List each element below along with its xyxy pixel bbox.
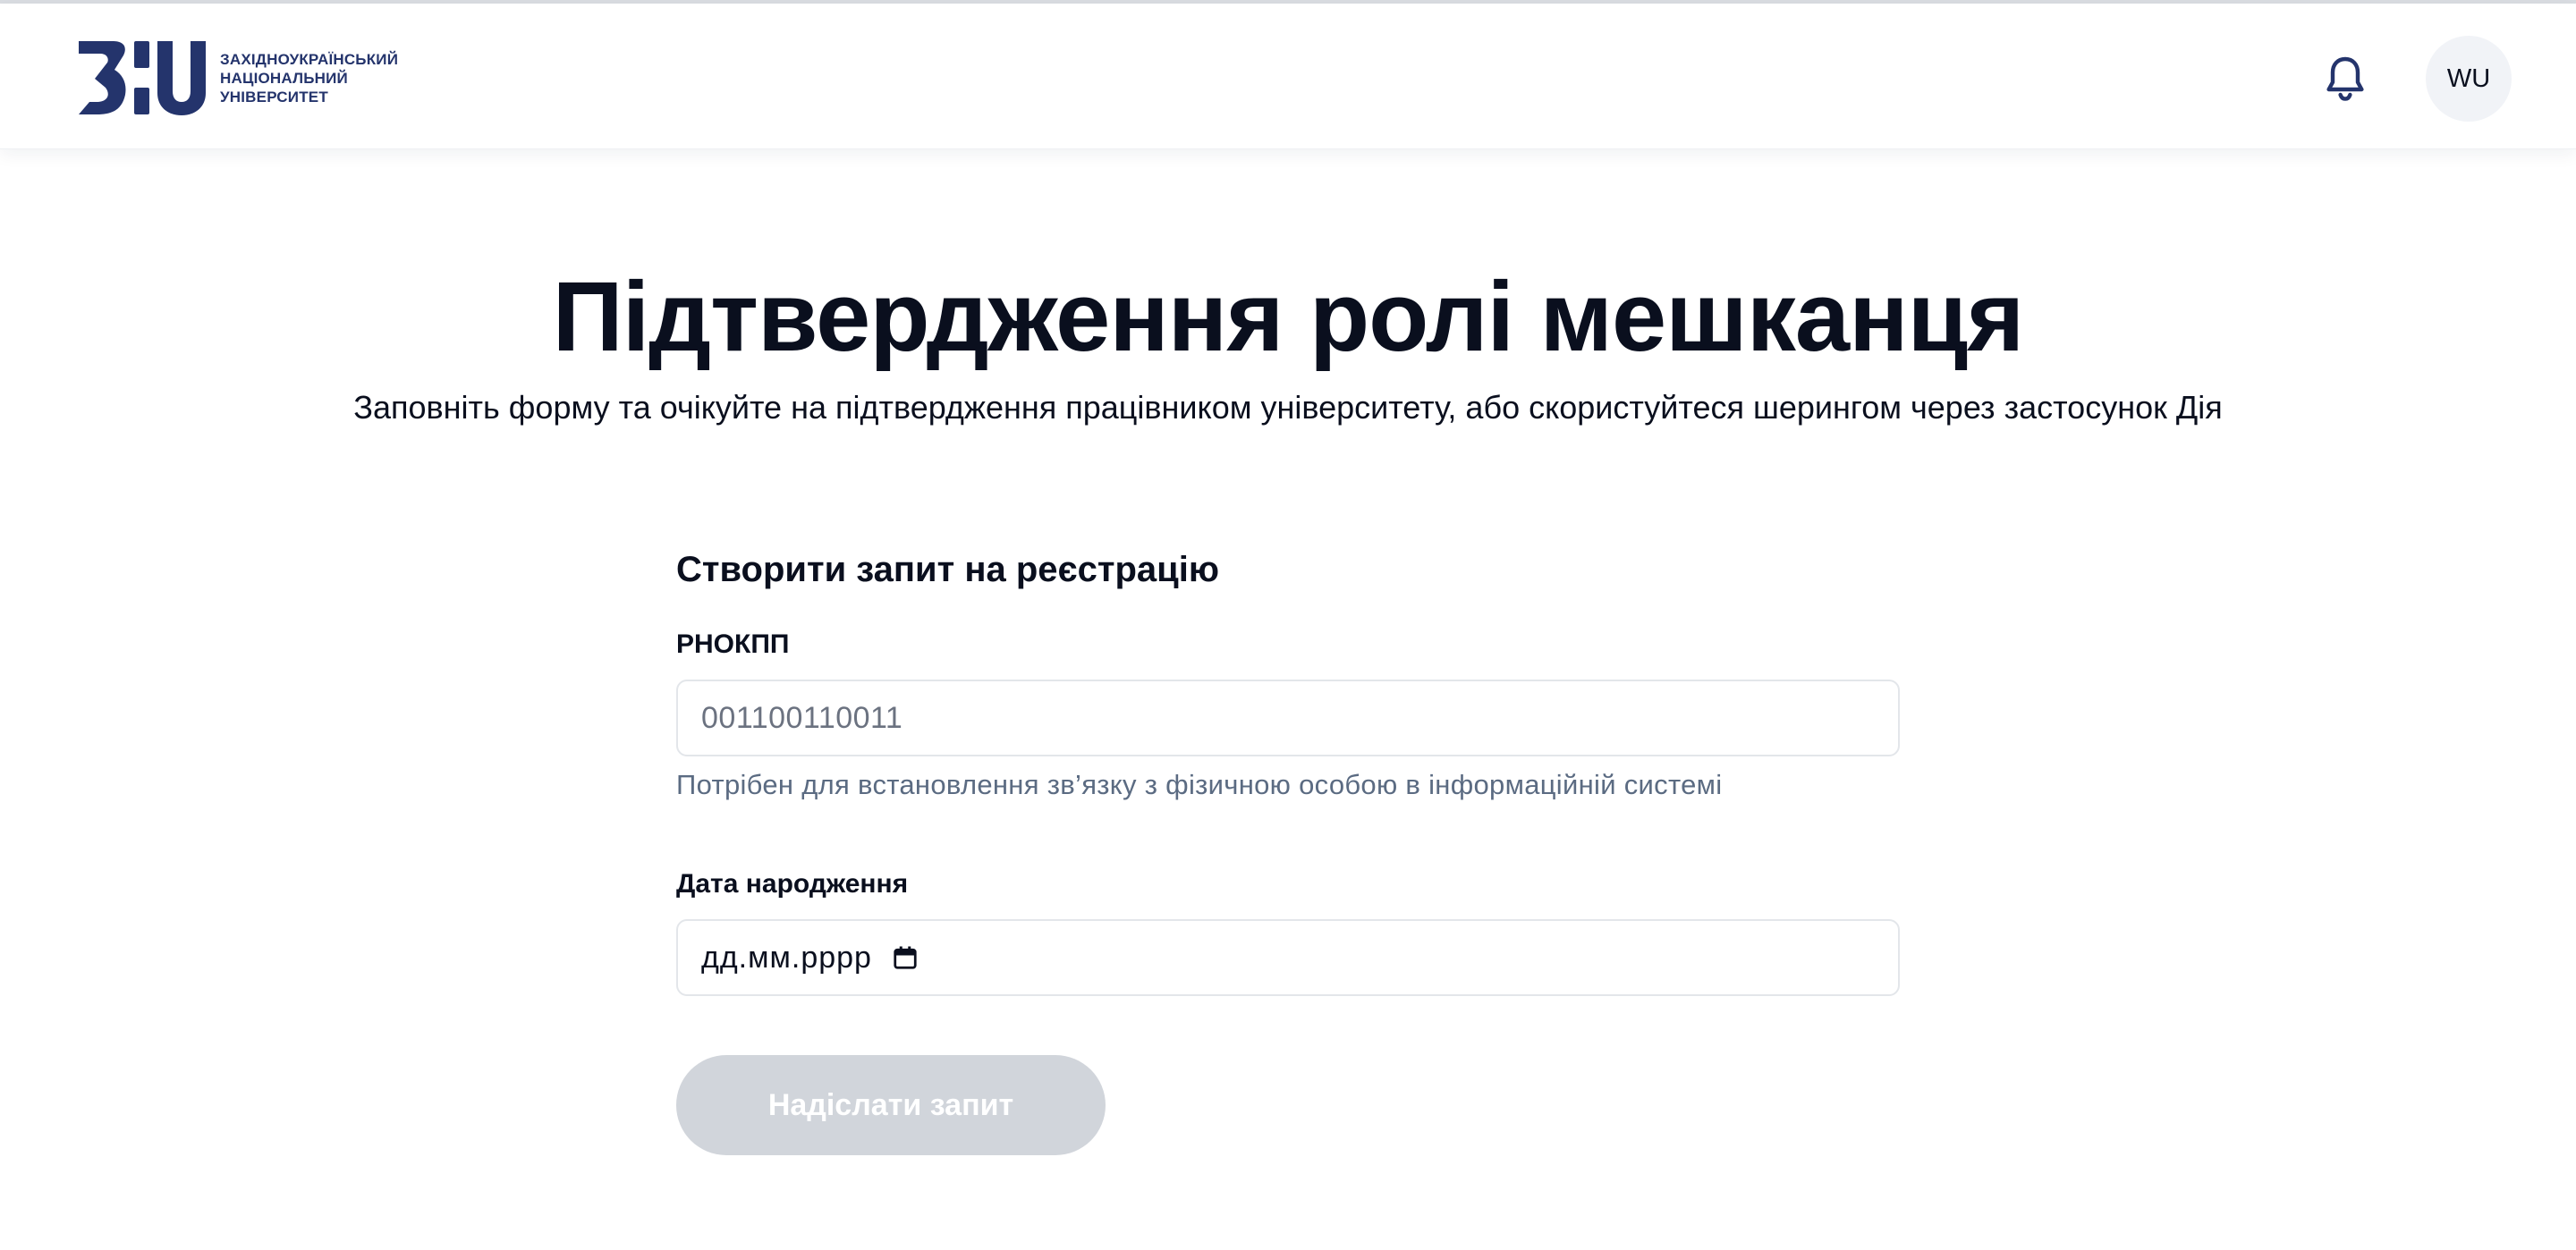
university-name-line: ЗАХІДНОУКРАЇНСЬКИЙ	[220, 50, 399, 68]
university-name: ЗАХІДНОУКРАЇНСЬКИЙ НАЦІОНАЛЬНИЙ УНІВЕРСИ…	[220, 50, 398, 106]
birth-date-placeholder: дд.мм.рррр	[701, 940, 872, 975]
top-bar: ЗАХІДНОУКРАЇНСЬКИЙ НАЦІОНАЛЬНИЙ УНІВЕРСИ…	[0, 4, 2576, 149]
submit-request-button[interactable]: Надіслати запит	[676, 1055, 1106, 1155]
page-title: Підтвердження ролі мешканця	[552, 262, 2025, 372]
university-logo[interactable]: ЗАХІДНОУКРАЇНСЬКИЙ НАЦІОНАЛЬНИЙ УНІВЕРСИ…	[77, 39, 398, 116]
rnokpp-label: РНОКПП	[676, 629, 790, 659]
university-logo-mark-icon	[79, 41, 206, 115]
rnokpp-hint: Потрібен для встановлення зв’язку з фізи…	[676, 769, 1723, 800]
rnokpp-input[interactable]: 001100110011	[676, 680, 1900, 756]
university-name-line: УНІВЕРСИТЕТ	[220, 88, 328, 106]
bell-icon	[2326, 56, 2364, 101]
birth-date-label: Дата народження	[676, 869, 909, 899]
rnokpp-placeholder: 001100110011	[701, 700, 903, 735]
calendar-icon[interactable]	[892, 944, 919, 971]
page-subtitle: Заповніть форму та очікуйте на підтвердж…	[353, 389, 2223, 426]
form-heading: Створити запит на реєстрацію	[676, 550, 1220, 589]
notifications-button[interactable]	[2322, 54, 2368, 104]
birth-date-input[interactable]: дд.мм.рррр	[676, 919, 1900, 996]
university-name-line: НАЦІОНАЛЬНИЙ	[220, 69, 348, 87]
user-avatar[interactable]: WU	[2426, 36, 2512, 122]
